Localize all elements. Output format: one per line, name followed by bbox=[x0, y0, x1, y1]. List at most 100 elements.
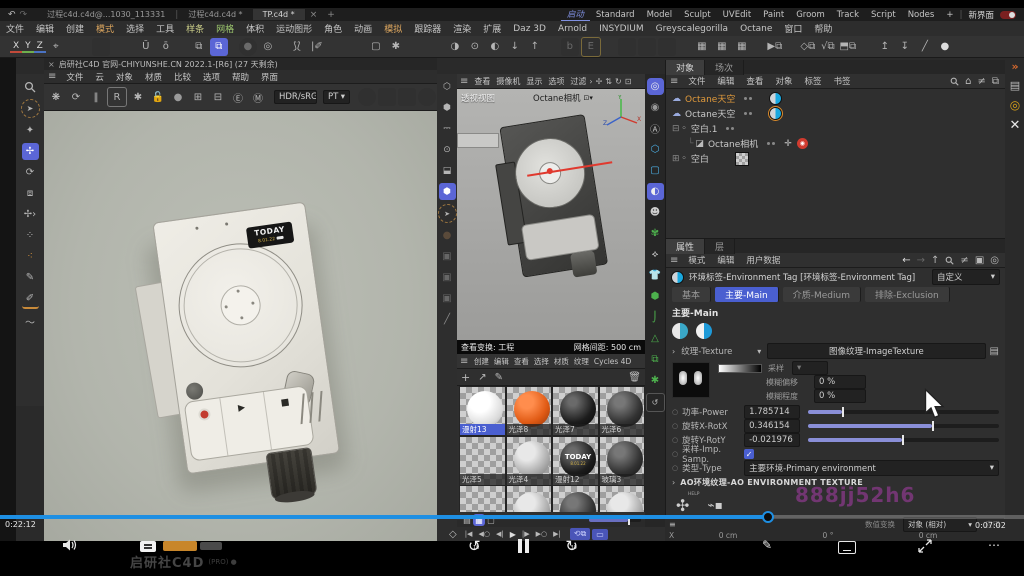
palette-icon[interactable]: ● bbox=[439, 227, 456, 244]
gradient-bar[interactable] bbox=[718, 364, 762, 373]
key-icon[interactable]: E bbox=[581, 37, 601, 57]
tab-main[interactable]: 主要-Main bbox=[715, 287, 779, 302]
menu-item[interactable]: 创建 bbox=[60, 22, 90, 35]
export-icon[interactable]: ↥ bbox=[876, 38, 894, 56]
danmaku-badge-2[interactable] bbox=[200, 542, 222, 550]
move-snap-icon[interactable]: ✢› bbox=[22, 206, 39, 223]
toolbar-icon[interactable] bbox=[418, 88, 436, 106]
lock-icon[interactable]: ▣ bbox=[975, 255, 984, 266]
filter-icon[interactable]: ≠ bbox=[960, 255, 968, 266]
palette-icon[interactable]: ▣ bbox=[439, 290, 456, 307]
maximize-view-icon[interactable]: ⊡ bbox=[625, 77, 632, 86]
cloth-shirt-icon[interactable]: 👕 bbox=[647, 267, 664, 284]
zoom-tool-icon[interactable] bbox=[22, 78, 39, 95]
more-options-icon[interactable]: ⋯ bbox=[988, 538, 1001, 552]
menu-item[interactable]: 模式 bbox=[90, 22, 120, 35]
forward-30-icon[interactable]: ↻ 30 bbox=[565, 537, 578, 555]
om-menu-item[interactable]: 编辑 bbox=[711, 75, 740, 87]
toolbar-icon[interactable] bbox=[358, 88, 376, 106]
save-as-icon[interactable]: ▦ bbox=[713, 38, 731, 56]
material-menu-item[interactable]: 创建 bbox=[471, 356, 491, 367]
help-fan-icon[interactable]: ✣ HELP bbox=[676, 496, 689, 515]
axis-lock-y[interactable]: Y bbox=[22, 41, 34, 53]
menu-item[interactable]: 帮助 bbox=[808, 22, 838, 35]
expand-arrow-icon[interactable]: › bbox=[672, 347, 675, 356]
object-mode-icon[interactable]: ⬢ bbox=[439, 99, 456, 116]
material-item[interactable] bbox=[552, 486, 599, 512]
pause-icon[interactable] bbox=[518, 539, 529, 553]
palette-icon[interactable]: ▣ bbox=[439, 269, 456, 286]
reset-icon[interactable]: R bbox=[107, 87, 127, 107]
material-item[interactable]: TODAY 8.01.22 漫射12 bbox=[552, 436, 599, 486]
menu-item[interactable]: 角色 bbox=[318, 22, 348, 35]
axis-lock-x[interactable]: X bbox=[10, 41, 22, 53]
polygon-mode-icon[interactable]: ⬢ bbox=[439, 183, 456, 200]
close-x-icon[interactable]: ✕ bbox=[1010, 118, 1021, 133]
green-hook-icon[interactable]: ⌡ bbox=[647, 309, 664, 326]
pen-tool-icon[interactable]: |✐ bbox=[308, 38, 326, 56]
colorspace-dropdown[interactable]: HDR/sRGB▾ bbox=[274, 90, 317, 104]
imp-samp-checkbox[interactable]: ✓ bbox=[744, 449, 754, 459]
roty-value[interactable]: -0.021976 bbox=[744, 433, 800, 447]
material-menu-item[interactable]: 查看 bbox=[511, 356, 531, 367]
share-material-icon[interactable]: ↗ bbox=[478, 372, 486, 383]
zoom-view-icon[interactable]: ⇅ bbox=[605, 77, 612, 86]
material-menu-item[interactable]: 纹理 bbox=[571, 356, 591, 367]
octane-menu-item[interactable]: 界面 bbox=[255, 71, 284, 83]
gold-target-icon[interactable]: ◎ bbox=[1010, 98, 1020, 112]
om-menu-item[interactable]: 对象 bbox=[769, 75, 798, 87]
material-item[interactable] bbox=[506, 486, 553, 512]
octane-menu-item[interactable]: 材质 bbox=[139, 71, 168, 83]
pencil-tool-icon[interactable]: ✐ bbox=[22, 290, 39, 309]
texture-dropdown-icon[interactable]: ▾ bbox=[757, 347, 761, 356]
menu-item[interactable]: 动画 bbox=[348, 22, 378, 35]
material-menu-item[interactable]: Cycles 4D bbox=[591, 357, 633, 366]
settings-icon[interactable]: ✱ bbox=[387, 38, 405, 56]
archive-icon[interactable]: ⬒⧉ bbox=[839, 38, 857, 56]
select-settings-icon[interactable]: ✦ bbox=[22, 122, 39, 139]
download-icon[interactable]: ↓ bbox=[506, 38, 524, 56]
toolbar-icon[interactable] bbox=[638, 38, 656, 56]
doc-tab-close-icon[interactable]: × bbox=[310, 10, 318, 20]
om-menu-item[interactable]: 查看 bbox=[740, 75, 769, 87]
doc-tab-3[interactable]: TP.c4d * bbox=[253, 9, 306, 20]
danmaku-badge[interactable] bbox=[163, 541, 197, 551]
material-menu-item[interactable]: 材质 bbox=[551, 356, 571, 367]
target-tag-icon[interactable]: ✛ bbox=[784, 139, 792, 149]
workspace-tab[interactable]: Track bbox=[831, 10, 865, 20]
environment-tag-icon[interactable] bbox=[769, 92, 782, 105]
menu-item[interactable]: Greyscalegorilla bbox=[650, 24, 734, 34]
hamburger-icon[interactable]: ≡ bbox=[460, 356, 468, 367]
key-icon[interactable]: b bbox=[561, 38, 579, 56]
volume-icon[interactable] bbox=[62, 538, 78, 552]
menu-item[interactable]: Arnold bbox=[552, 24, 593, 34]
keyframe-icon[interactable]: ◇ bbox=[449, 529, 457, 540]
render-settings-icon[interactable]: ✱ bbox=[129, 88, 147, 106]
add-material-icon[interactable]: + bbox=[461, 371, 470, 384]
rotx-slider[interactable] bbox=[808, 424, 999, 428]
material-item[interactable]: 漫射13 bbox=[459, 386, 506, 436]
toolbar-icon[interactable] bbox=[92, 38, 110, 56]
workspace-add-icon[interactable]: + bbox=[940, 10, 959, 20]
multi-move-icon[interactable]: ⁘ bbox=[22, 227, 39, 244]
material-node-icon[interactable]: ◇⧉ bbox=[799, 38, 817, 56]
sample-value[interactable]: ▾ bbox=[792, 361, 828, 375]
menu-item[interactable]: 文件 bbox=[0, 22, 30, 35]
workspace-tab[interactable]: Nodes bbox=[902, 10, 941, 20]
render-region-icon[interactable]: ⊙ bbox=[466, 38, 484, 56]
texture-circle-icon[interactable] bbox=[672, 323, 688, 339]
blue-square-icon[interactable]: ▢ bbox=[647, 162, 664, 179]
pencil-icon[interactable]: ╱ bbox=[439, 311, 456, 328]
smiley-sphere-icon[interactable]: ☻ bbox=[647, 204, 664, 221]
workspace-tab[interactable]: Sculpt bbox=[678, 10, 717, 20]
snap-enabled-icon[interactable]: ⧉ bbox=[210, 38, 228, 56]
green-gear-icon[interactable]: ✾ bbox=[647, 225, 664, 242]
menu-item[interactable]: Daz 3D bbox=[507, 24, 552, 34]
import-icon[interactable]: ↧ bbox=[896, 38, 914, 56]
green-warning-icon[interactable]: △ bbox=[647, 330, 664, 347]
mirror-icon[interactable]: ⟆⟅ bbox=[288, 38, 306, 56]
toolbar-icon[interactable] bbox=[658, 38, 676, 56]
spline-tool-icon[interactable]: 〜 bbox=[22, 313, 39, 330]
attr-menu-item[interactable]: 用户数据 bbox=[740, 254, 786, 266]
menu-item[interactable]: Octane bbox=[734, 24, 778, 34]
